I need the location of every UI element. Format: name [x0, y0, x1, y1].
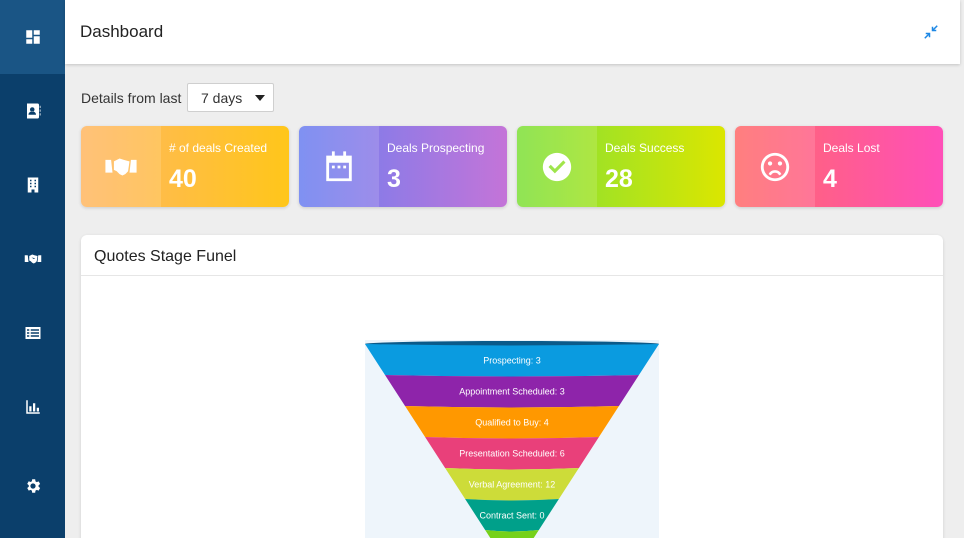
- dashboard-icon: [25, 30, 40, 44]
- funnel-segment-label: Presentation Scheduled: 6: [459, 449, 565, 459]
- funnel-segment-label: Appointment Scheduled: 3: [459, 387, 565, 397]
- card-value: 28: [605, 165, 633, 193]
- deals-prospecting-card[interactable]: Deals Prospecting 3: [299, 126, 507, 207]
- sidebar-item-contacts[interactable]: [0, 74, 65, 148]
- card-value: 4: [823, 165, 837, 193]
- sidebar-item-dashboard[interactable]: [0, 0, 65, 74]
- quotes-stage-funnel-panel: Quotes Stage Funel Prospecting: 3 Appoint…: [81, 235, 943, 538]
- check-circle-icon: [542, 152, 572, 181]
- sidebar-item-companies[interactable]: [0, 148, 65, 222]
- period-select[interactable]: 7 days: [187, 83, 274, 112]
- card-label: Deals Success: [605, 141, 685, 155]
- sidebar-item-settings[interactable]: [0, 449, 65, 523]
- card-label: # of deals Created: [169, 141, 268, 155]
- handshake-icon: [105, 158, 137, 175]
- top-bar: Dashboard: [65, 0, 960, 64]
- collapse-icon: [924, 25, 938, 39]
- funnel-segment-label: Contract Sent: 0: [479, 511, 544, 521]
- deals-lost-card[interactable]: Deals Lost 4: [735, 126, 943, 207]
- bar-chart-icon: [25, 400, 40, 414]
- sidebar-item-quotes[interactable]: [0, 296, 65, 370]
- card-label: Deals Lost: [823, 141, 880, 155]
- panel-title: Quotes Stage Funel: [94, 248, 237, 265]
- list-icon: [25, 327, 40, 339]
- card-label: Deals Prospecting: [387, 141, 485, 155]
- funnel-chart: Prospecting: 3 Appointment Scheduled: 3 Qu…: [365, 340, 659, 538]
- page-title: Dashboard: [80, 22, 164, 41]
- funnel-segment-label: Prospecting: 3: [483, 356, 541, 366]
- building-icon: [27, 177, 38, 193]
- collapse-button[interactable]: [922, 23, 940, 41]
- card-icon-box: [299, 126, 379, 207]
- funnel-segment-label: Qualified to Buy: 4: [475, 418, 549, 428]
- panel-divider: [81, 275, 943, 276]
- calendar-icon: [326, 150, 352, 181]
- filter-label: Details from last: [81, 90, 182, 106]
- sidebar-item-reports[interactable]: [0, 370, 65, 444]
- contacts-icon: [26, 103, 40, 119]
- sad-face-icon: [760, 152, 790, 181]
- deals-created-card[interactable]: # of deals Created 40: [81, 126, 289, 207]
- deals-success-card[interactable]: Deals Success 28: [517, 126, 725, 207]
- card-icon-box: [735, 126, 815, 207]
- gear-icon: [26, 479, 40, 493]
- card-icon-box: [517, 126, 597, 207]
- card-value: 40: [169, 165, 197, 193]
- period-select-value: 7 days: [201, 90, 243, 106]
- funnel-segment-label: Verbal Agreement: 12: [469, 480, 556, 490]
- caret-down-icon: [255, 95, 265, 101]
- handshake-icon: [24, 254, 41, 264]
- card-value: 3: [387, 165, 401, 193]
- card-icon-box: [81, 126, 161, 207]
- sidebar-item-deals[interactable]: [0, 222, 65, 296]
- sidebar: [0, 0, 65, 538]
